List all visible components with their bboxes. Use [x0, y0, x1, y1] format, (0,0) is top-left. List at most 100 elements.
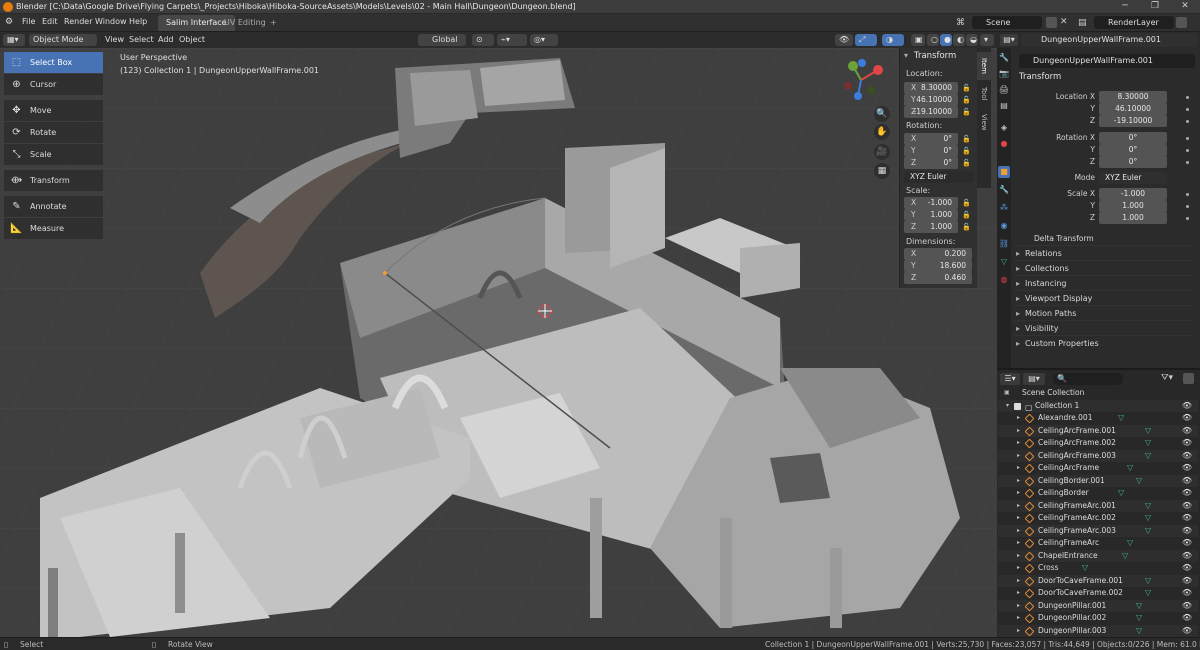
- scene-collection-row[interactable]: ▣ Scene Collection: [998, 387, 1198, 400]
- scene-selector[interactable]: Scene: [972, 16, 1042, 29]
- menu-help[interactable]: Help: [129, 17, 147, 26]
- new-collection-icon[interactable]: [1183, 373, 1194, 384]
- prop-scale-y-field[interactable]: 1.000: [1099, 200, 1167, 212]
- tool-cursor[interactable]: ⊕ Cursor: [4, 74, 103, 95]
- outliner-item[interactable]: ▸ CeilingBorder ▽ 👁: [998, 487, 1198, 500]
- data-tab-icon[interactable]: ▽: [998, 256, 1010, 268]
- expand-arrow-icon[interactable]: ▸: [1017, 587, 1020, 600]
- prop-rotation-mode-selector[interactable]: XYZ Euler: [1099, 172, 1167, 184]
- tab-tool[interactable]: Tool: [977, 80, 991, 108]
- scale-x-field[interactable]: X -1.000: [904, 197, 958, 209]
- visibility-section[interactable]: Visibility: [1013, 320, 1193, 336]
- mode-selector[interactable]: Object Mode: [29, 34, 97, 46]
- outliner-search-input[interactable]: 🔍: [1053, 373, 1123, 385]
- outliner-item[interactable]: ▸ ChapelEntrance ▽ 👁: [998, 549, 1198, 563]
- mesh-data-icon[interactable]: ▽: [1122, 550, 1128, 563]
- add-menu[interactable]: Add: [154, 34, 178, 46]
- modifier-tab-icon[interactable]: 🔧: [998, 184, 1010, 196]
- menu-window[interactable]: Window: [95, 17, 127, 26]
- solid-shading-icon[interactable]: ●: [940, 34, 952, 46]
- eye-icon[interactable]: 👁: [1182, 575, 1192, 588]
- lock-icon[interactable]: 🔓: [962, 211, 971, 220]
- eye-icon[interactable]: 👁: [1182, 587, 1192, 600]
- keyframe-dot-icon[interactable]: [1186, 120, 1189, 123]
- prop-location-y-field[interactable]: 46.10000: [1099, 103, 1167, 115]
- eye-icon[interactable]: 👁: [1182, 437, 1192, 450]
- mesh-data-icon[interactable]: ▽: [1136, 612, 1142, 625]
- tool-settings-tab-icon[interactable]: 🔧: [998, 52, 1010, 64]
- keyframe-dot-icon[interactable]: [1186, 96, 1189, 99]
- mesh-data-icon[interactable]: ▽: [1136, 625, 1142, 638]
- eye-icon[interactable]: 👁: [1182, 500, 1192, 513]
- lock-icon[interactable]: 🔓: [962, 199, 971, 208]
- rotation-y-field[interactable]: Y 0°: [904, 145, 958, 157]
- lock-icon[interactable]: 🔓: [962, 108, 971, 117]
- viewport-display-section[interactable]: Viewport Display: [1013, 290, 1193, 306]
- visibility-icon[interactable]: 👁: [835, 34, 853, 46]
- eye-icon[interactable]: 👁: [1182, 562, 1192, 575]
- outliner-item[interactable]: ▸ CeilingFrameArc.001 ▽ 👁: [998, 499, 1198, 513]
- material-tab-icon[interactable]: ◍: [998, 274, 1010, 286]
- particles-tab-icon[interactable]: ⁂: [998, 202, 1010, 214]
- instancing-section[interactable]: Instancing: [1013, 275, 1193, 291]
- eye-icon[interactable]: 👁: [1182, 625, 1192, 638]
- keyframe-dot-icon[interactable]: [1186, 205, 1189, 208]
- expand-arrow-icon[interactable]: ▸: [1017, 437, 1020, 450]
- mesh-data-icon[interactable]: ▽: [1145, 525, 1151, 538]
- eye-icon[interactable]: 👁: [1182, 462, 1192, 475]
- location-y-field[interactable]: Y 46.10000: [904, 94, 958, 106]
- eye-icon[interactable]: 👁: [1182, 550, 1192, 563]
- outliner-item[interactable]: ▸ Alexandre.001 ▽ 👁: [998, 412, 1198, 425]
- snap-icon[interactable]: ⌁▾: [497, 34, 527, 46]
- view-layer-icon[interactable]: ▤: [1078, 18, 1087, 28]
- mesh-data-icon[interactable]: ▽: [1118, 487, 1124, 500]
- dimension-y-field[interactable]: Y 18.600: [904, 260, 972, 272]
- prop-rotation-z-field[interactable]: 0°: [1099, 156, 1167, 168]
- properties-editor-type-icon[interactable]: ▤▾: [1000, 34, 1018, 46]
- expand-arrow-icon[interactable]: ▸: [1017, 612, 1020, 625]
- 3d-viewport[interactable]: [0, 48, 997, 637]
- eye-icon[interactable]: 👁: [1182, 537, 1192, 550]
- tool-move[interactable]: ✥ Move: [4, 100, 103, 121]
- transform-section-header[interactable]: Transform: [1019, 72, 1061, 82]
- scale-z-field[interactable]: Z 1.000: [904, 221, 958, 233]
- prop-rotation-y-field[interactable]: 0°: [1099, 144, 1167, 156]
- eye-icon[interactable]: 👁: [1182, 512, 1192, 525]
- expand-arrow-icon[interactable]: ▸: [1017, 462, 1020, 475]
- zoom-icon[interactable]: 🔍: [874, 106, 890, 122]
- tab-item[interactable]: Item: [977, 52, 991, 80]
- dimension-x-field[interactable]: X 0.200: [904, 248, 972, 260]
- eye-icon[interactable]: 👁: [1182, 600, 1192, 613]
- expand-arrow-icon[interactable]: ▸: [1017, 575, 1020, 588]
- mesh-data-icon[interactable]: ▽: [1127, 462, 1133, 475]
- menu-file[interactable]: File: [22, 17, 35, 26]
- location-z-field[interactable]: Z -19.10000: [904, 106, 958, 118]
- tool-annotate[interactable]: ✎ Annotate: [4, 196, 103, 217]
- view-layer-tab-icon[interactable]: ▤: [998, 100, 1010, 112]
- navigation-gizmo[interactable]: [838, 58, 888, 103]
- lock-icon[interactable]: 🔓: [962, 84, 971, 93]
- tab-view[interactable]: View: [977, 108, 991, 136]
- expand-arrow-icon[interactable]: ▸: [1017, 562, 1020, 575]
- outliner-item[interactable]: ▸ CeilingArcFrame.001 ▽ 👁: [998, 424, 1198, 437]
- prop-location-x-field[interactable]: 8.30000: [1099, 91, 1167, 103]
- prop-scale-x-field[interactable]: -1.000: [1099, 188, 1167, 200]
- new-scene-icon[interactable]: [1046, 17, 1057, 28]
- blender-menu-icon[interactable]: ⚙: [5, 17, 16, 28]
- overlays-toggle-icon[interactable]: ◑: [882, 34, 904, 46]
- eye-icon[interactable]: 👁: [1182, 487, 1192, 500]
- motion-paths-section[interactable]: Motion Paths: [1013, 305, 1193, 321]
- object-tab-icon[interactable]: ■: [998, 166, 1010, 178]
- mesh-data-icon[interactable]: ▽: [1145, 587, 1151, 600]
- collections-section[interactable]: Collections: [1013, 260, 1193, 276]
- scale-y-field[interactable]: Y 1.000: [904, 209, 958, 221]
- eye-icon[interactable]: 👁: [1182, 612, 1192, 625]
- dimension-z-field[interactable]: Z 0.460: [904, 272, 972, 284]
- menu-edit[interactable]: Edit: [42, 17, 58, 26]
- outliner-item[interactable]: ▸ DungeonPillar.001 ▽ 👁: [998, 599, 1198, 613]
- pan-hand-icon[interactable]: ✋: [874, 124, 890, 140]
- outliner-item[interactable]: ▸ CeilingFrameArc ▽ 👁: [998, 537, 1198, 550]
- mesh-data-icon[interactable]: ▽: [1118, 412, 1124, 425]
- add-workspace-button[interactable]: +: [262, 15, 285, 31]
- tool-scale[interactable]: ⤡ Scale: [4, 144, 103, 165]
